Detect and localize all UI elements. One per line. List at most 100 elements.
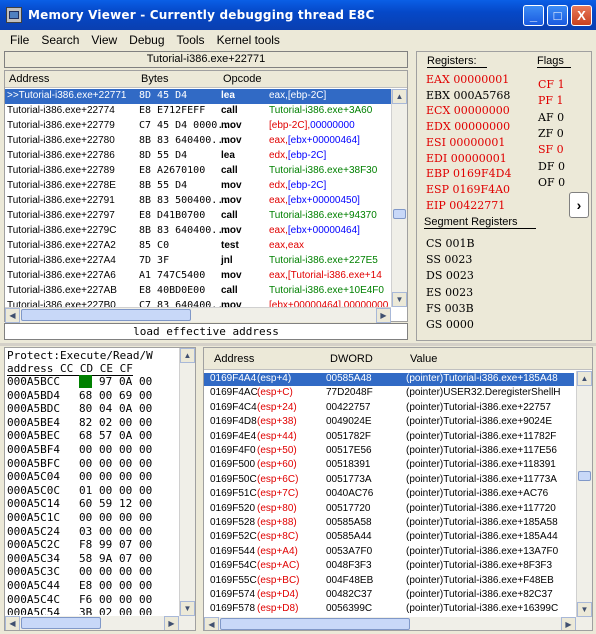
stack-scroll-right-icon[interactable]: ▶ bbox=[561, 617, 576, 630]
stack-row[interactable]: 0169F574 (esp+D4) 00482C37 (pointer)Tutoria… bbox=[204, 589, 574, 602]
register-ecx[interactable]: ECX 00000000 bbox=[426, 104, 510, 117]
segment-register-es[interactable]: ES 0023 bbox=[426, 286, 473, 299]
menu-view[interactable]: View bbox=[85, 33, 123, 47]
flag-cf[interactable]: CF 1 bbox=[538, 78, 565, 91]
hex-byte[interactable]: 00 bbox=[139, 511, 152, 524]
hex-byte[interactable]: 00 bbox=[139, 375, 152, 388]
stack-scroll-left-icon[interactable]: ◀ bbox=[204, 617, 219, 630]
flag-of[interactable]: OF 0 bbox=[538, 176, 565, 189]
hex-rows[interactable]: 000A5BCC A0 97 0A 00 000A5BD4 68 00 69 00 000A5BDC… bbox=[7, 375, 179, 615]
menu-search[interactable]: Search bbox=[35, 33, 85, 47]
menu-file[interactable]: File bbox=[4, 33, 35, 47]
hex-byte[interactable]: 00 bbox=[79, 470, 92, 483]
hex-byte[interactable]: 69 bbox=[119, 389, 132, 402]
hex-byte[interactable]: 57 bbox=[99, 429, 112, 442]
hex-byte[interactable]: 97 bbox=[99, 375, 112, 388]
title-bar[interactable]: Memory Viewer - Currently debugging thre… bbox=[0, 0, 596, 30]
hex-byte[interactable]: 00 bbox=[99, 511, 112, 524]
hex-byte[interactable]: 00 bbox=[79, 511, 92, 524]
disassembler-list[interactable]: >>Tutorial-i386.exe+22771 8D 45 D4 lea eax,… bbox=[5, 89, 391, 307]
hex-byte[interactable]: 00 bbox=[139, 416, 152, 429]
hex-byte[interactable]: 00 bbox=[139, 497, 152, 510]
disassembler-row[interactable]: Tutorial-i386.exe+2278E 8B 55 D4 mov edx,[e… bbox=[5, 179, 391, 194]
stack-row[interactable]: 0169F55C (esp+BC) 004F48EB (pointer)Tutoria… bbox=[204, 575, 574, 588]
hex-byte[interactable]: 00 bbox=[99, 565, 112, 578]
disassembler-row[interactable]: Tutorial-i386.exe+227A2 85 C0 test eax,eax bbox=[5, 239, 391, 254]
hex-byte[interactable]: 03 bbox=[79, 525, 92, 538]
disassembler-row[interactable]: Tutorial-i386.exe+22780 8B 83 640400... mo… bbox=[5, 134, 391, 149]
scroll-down-icon[interactable]: ▼ bbox=[392, 292, 407, 307]
stack-row[interactable]: 0169F4F0 (esp+50) 00517E56 (pointer)Tutoria… bbox=[204, 445, 574, 458]
hex-byte[interactable]: 00 bbox=[139, 593, 152, 606]
hex-byte[interactable]: 60 bbox=[79, 497, 92, 510]
hex-byte[interactable]: 00 bbox=[99, 525, 112, 538]
stack-row[interactable]: 0169F54C (esp+AC) 0048F3F3 (pointer)Tutoria… bbox=[204, 560, 574, 573]
stack-column-value[interactable]: Value bbox=[410, 353, 437, 365]
scroll-right-icon[interactable]: ▶ bbox=[376, 308, 391, 323]
column-address[interactable]: Address bbox=[9, 73, 49, 85]
hex-byte[interactable]: 00 bbox=[79, 443, 92, 456]
disassembler-row[interactable]: Tutorial-i386.exe+227A4 7D 3F jnl Tutorial-… bbox=[5, 254, 391, 269]
hex-scroll-down-icon[interactable]: ▼ bbox=[180, 601, 195, 616]
menu-kernel-tools[interactable]: Kernel tools bbox=[211, 33, 286, 47]
stack-row[interactable]: 0169F520 (esp+80) 00517720 (pointer)Tutoria… bbox=[204, 503, 574, 516]
expand-registers-button[interactable]: › bbox=[569, 192, 589, 218]
hex-byte[interactable]: 00 bbox=[119, 579, 132, 592]
hex-byte[interactable]: 07 bbox=[119, 552, 132, 565]
hex-byte[interactable]: 59 bbox=[99, 497, 112, 510]
register-eax[interactable]: EAX 00000001 bbox=[426, 73, 509, 86]
disassembler-horizontal-scrollbar[interactable]: ◀ ▶ bbox=[5, 307, 391, 323]
disassembler-vertical-scrollbar[interactable]: ▲ ▼ bbox=[391, 89, 407, 307]
hex-byte[interactable]: A0 bbox=[79, 375, 93, 388]
hex-byte[interactable]: 99 bbox=[99, 538, 112, 551]
hex-scroll-left-icon[interactable]: ◀ bbox=[5, 616, 20, 630]
segment-register-ds[interactable]: DS 0023 bbox=[426, 269, 474, 282]
stack-row[interactable]: 0169F4AC (esp+C) 77D2048F (pointer)USER32.D… bbox=[204, 387, 574, 400]
hex-byte[interactable]: 00 bbox=[139, 443, 152, 456]
stack-row[interactable]: 0169F50C (esp+6C) 0051773A (pointer)Tutoria… bbox=[204, 474, 574, 487]
disassembler-row[interactable]: Tutorial-i386.exe+227B0 C7 83 640400... mo… bbox=[5, 299, 391, 307]
disassembler-row[interactable]: Tutorial-i386.exe+22774 E8 E712FEFF call Tu… bbox=[5, 104, 391, 119]
hex-byte[interactable]: 00 bbox=[139, 525, 152, 538]
disassembler-row[interactable]: Tutorial-i386.exe+22789 E8 A2670100 call Tu… bbox=[5, 164, 391, 179]
disassembler-row[interactable]: Tutorial-i386.exe+22786 8D 55 D4 lea edx,[e… bbox=[5, 149, 391, 164]
hex-byte[interactable]: 68 bbox=[79, 389, 92, 402]
stack-row[interactable]: 0169F4A4 (esp+4) 00585A48 (pointer)Tutorial… bbox=[204, 373, 574, 386]
hex-byte[interactable]: 00 bbox=[99, 443, 112, 456]
stack-column-address[interactable]: Address bbox=[214, 353, 254, 365]
hex-byte[interactable]: 00 bbox=[99, 593, 112, 606]
hex-byte[interactable]: 00 bbox=[119, 470, 132, 483]
disassembler-address-bar[interactable]: Tutorial-i386.exe+22771 bbox=[4, 51, 408, 68]
stack-column-dword[interactable]: DWORD bbox=[330, 353, 373, 365]
hex-byte[interactable]: 00 bbox=[139, 538, 152, 551]
hex-byte[interactable]: 00 bbox=[119, 511, 132, 524]
stack-scroll-up-icon[interactable]: ▲ bbox=[577, 371, 592, 386]
stack-list[interactable]: 0169F4A4 (esp+4) 00585A48 (pointer)Tutorial… bbox=[204, 373, 574, 617]
hex-byte[interactable]: F8 bbox=[79, 538, 92, 551]
hscroll-thumb[interactable] bbox=[21, 309, 191, 321]
flag-pf[interactable]: PF 1 bbox=[538, 94, 564, 107]
hex-byte[interactable]: 01 bbox=[79, 484, 92, 497]
scroll-thumb[interactable] bbox=[393, 209, 406, 219]
minimize-button[interactable]: _ bbox=[523, 5, 544, 26]
hex-byte[interactable]: 02 bbox=[99, 416, 112, 429]
register-edi[interactable]: EDI 00000001 bbox=[426, 152, 507, 165]
stack-row[interactable]: 0169F4D8 (esp+38) 0049024E (pointer)Tutoria… bbox=[204, 416, 574, 429]
hex-byte[interactable]: 12 bbox=[119, 497, 132, 510]
stack-row[interactable]: 0169F528 (esp+88) 00585A58 (pointer)Tutoria… bbox=[204, 517, 574, 530]
hex-byte[interactable]: 3B bbox=[79, 606, 92, 615]
disassembler-row[interactable]: >>Tutorial-i386.exe+22771 8D 45 D4 lea eax,… bbox=[5, 89, 391, 104]
segment-register-cs[interactable]: CS 001B bbox=[426, 237, 475, 250]
hex-horizontal-scrollbar[interactable]: ◀ ▶ bbox=[5, 616, 195, 630]
stack-scroll-thumb[interactable] bbox=[578, 471, 591, 481]
column-opcode[interactable]: Opcode bbox=[223, 73, 262, 85]
hex-byte[interactable]: 00 bbox=[139, 470, 152, 483]
maximize-button[interactable]: □ bbox=[547, 5, 568, 26]
hex-byte[interactable]: 00 bbox=[119, 525, 132, 538]
hex-byte[interactable]: 00 bbox=[99, 389, 112, 402]
flag-sf[interactable]: SF 0 bbox=[538, 143, 564, 156]
hex-byte[interactable]: 68 bbox=[79, 429, 92, 442]
horizontal-splitter[interactable] bbox=[0, 343, 596, 346]
hex-byte[interactable]: 04 bbox=[99, 402, 112, 415]
hex-byte[interactable]: 58 bbox=[79, 552, 92, 565]
